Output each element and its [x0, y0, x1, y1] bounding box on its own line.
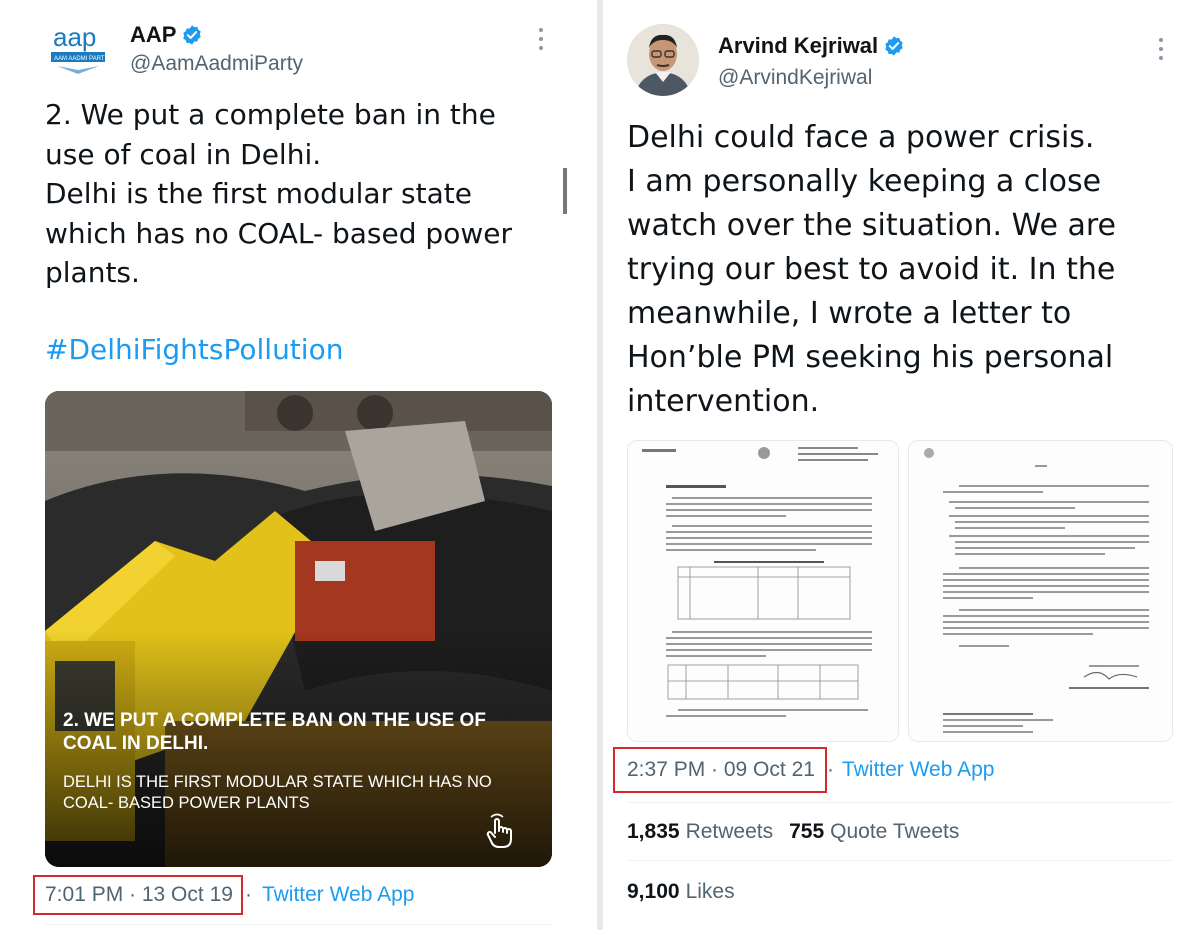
letter-page-2-scan	[909, 441, 1172, 741]
more-options-icon[interactable]	[1158, 38, 1164, 60]
meta-separator: ·	[244, 883, 252, 906]
verified-badge-icon	[183, 25, 202, 45]
tweet-aap: aap AAM AADMI PARTY AAP @AamAadmiParty 2…	[0, 0, 595, 930]
engagement-stats: 1,835 Retweets 755 Quote Tweets	[627, 820, 975, 844]
avatar-aap[interactable]: aap AAM AADMI PARTY	[45, 18, 111, 84]
quote-tweets-stat[interactable]: 755 Quote Tweets	[789, 820, 959, 844]
hashtag-link[interactable]: #DelhiFightsPollution	[45, 333, 343, 366]
quotes-count: 755	[789, 820, 825, 843]
divider-line	[627, 860, 1173, 861]
verified-badge-icon	[885, 36, 903, 56]
divider-line	[45, 924, 552, 925]
letter-page-1-scan	[628, 441, 898, 741]
handle[interactable]: @ArvindKejriwal	[718, 66, 872, 90]
source-link[interactable]: Twitter Web App	[262, 883, 415, 907]
divider-line	[627, 802, 1173, 803]
letter-page-1-image[interactable]	[627, 440, 899, 742]
tweet-media-image[interactable]: 2. WE PUT A COMPLETE BAN ON THE USE OF C…	[45, 391, 552, 867]
timestamp-highlight: 2:37 PM · 09 Oct 21	[613, 747, 827, 793]
quotes-label: Quote Tweets	[830, 820, 960, 843]
text-cursor-artifact	[563, 168, 567, 214]
likes-count: 9,100	[627, 880, 680, 903]
display-name[interactable]: AAP	[130, 22, 176, 48]
retweets-stat[interactable]: 1,835 Retweets	[627, 820, 773, 844]
retweets-count: 1,835	[627, 820, 680, 843]
letter-page-2-image[interactable]	[908, 440, 1173, 742]
tweet-text: Delhi could face a power crisis. I am pe…	[627, 120, 1117, 419]
more-options-icon[interactable]	[538, 28, 544, 50]
tweet-kejriwal: Arvind Kejriwal @ArvindKejriwal Delhi co…	[605, 0, 1200, 930]
panel-divider	[597, 0, 603, 930]
retweets-label: Retweets	[685, 820, 774, 843]
hand-pointer-icon	[486, 813, 512, 848]
display-name[interactable]: Arvind Kejriwal	[718, 33, 878, 59]
likes-stats: 9,100 Likes	[627, 880, 751, 904]
avatar-kejriwal[interactable]	[627, 24, 699, 96]
likes-label: Likes	[685, 880, 735, 903]
tweet-header: Arvind Kejriwal @ArvindKejriwal	[605, 0, 1200, 100]
avatar-banner-text: AAM AADMI PARTY	[54, 56, 108, 62]
avatar-logo-text: aap	[53, 22, 96, 52]
tweet-meta: 7:01 PM · 13 Oct 19 · Twitter Web App	[33, 875, 414, 915]
timestamp[interactable]: 7:01 PM · 13 Oct 19	[45, 883, 233, 907]
media-headline: 2. WE PUT A COMPLETE BAN ON THE USE OF C…	[63, 710, 486, 754]
timestamp-highlight: 7:01 PM · 13 Oct 19	[33, 875, 243, 915]
likes-stat[interactable]: 9,100 Likes	[627, 880, 735, 904]
source-link[interactable]: Twitter Web App	[842, 758, 995, 782]
tweet-text: 2. We put a complete ban in the use of c…	[45, 98, 512, 289]
tweet-meta: 2:37 PM · 09 Oct 21 · Twitter Web App	[613, 747, 994, 793]
timestamp[interactable]: 2:37 PM · 09 Oct 21	[627, 758, 815, 782]
tweet-header: aap AAM AADMI PARTY AAP @AamAadmiParty	[0, 0, 595, 100]
meta-separator: ·	[826, 758, 834, 781]
media-subline: DELHI IS THE FIRST MODULAR STATE WHICH H…	[63, 773, 492, 812]
handle[interactable]: @AamAadmiParty	[130, 52, 303, 76]
